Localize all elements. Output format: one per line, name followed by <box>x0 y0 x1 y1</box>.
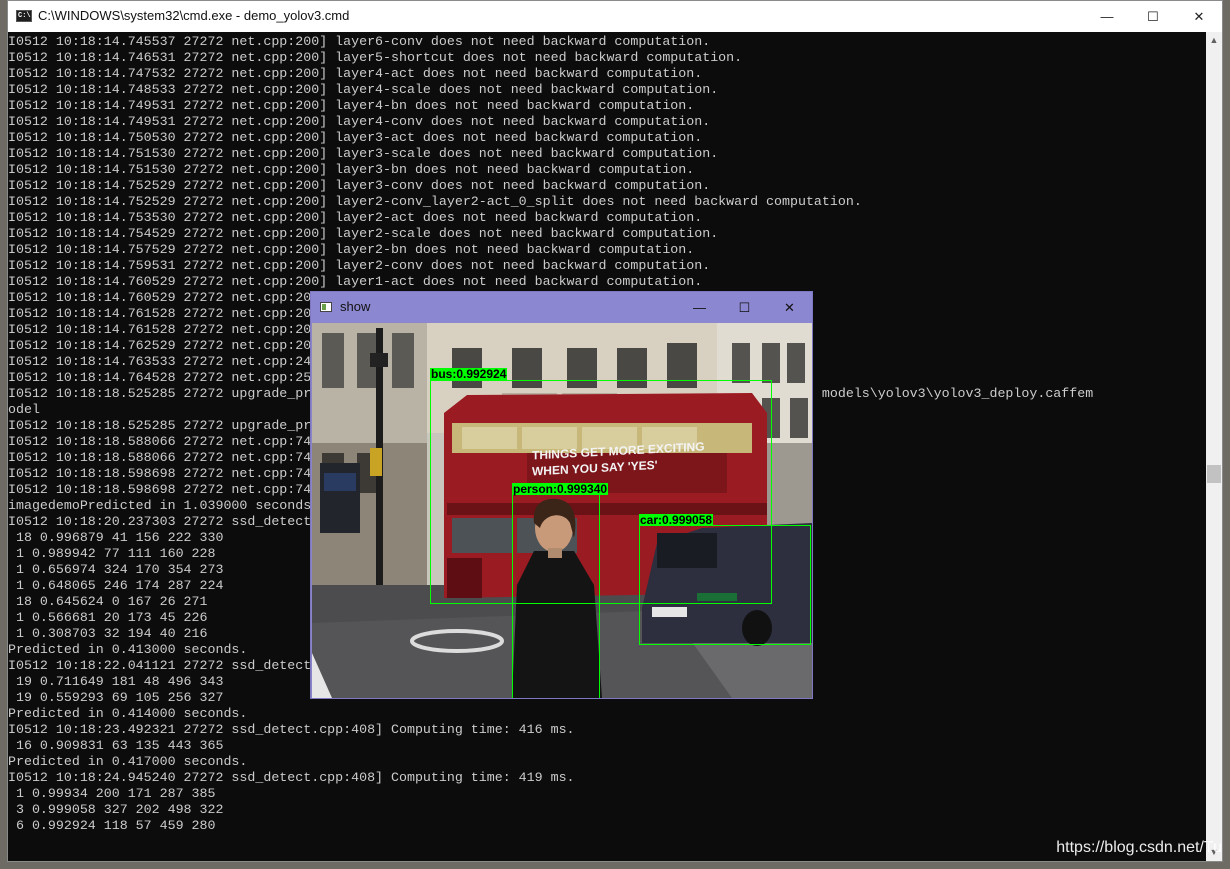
console-line: I0512 10:18:14.745537 27272 net.cpp:200]… <box>8 34 711 49</box>
show-window: show — ☐ ✕ THINGS GET MORE EXCITING WHEN… <box>310 291 813 699</box>
cmd-close-button[interactable]: ✕ <box>1176 1 1222 32</box>
bus-detection-label: bus:0.992924 <box>430 367 508 381</box>
console-line: I0512 10:18:14.757529 27272 net.cpp:200]… <box>8 242 695 257</box>
console-line: 19 0.559293 69 105 256 327 <box>8 690 224 705</box>
console-line: I0512 10:18:14.748533 27272 net.cpp:200]… <box>8 82 719 97</box>
console-line: I0512 10:18:18.598698 27272 net.cpp:74 <box>8 482 312 497</box>
console-line: 19 0.711649 181 48 496 343 <box>8 674 224 689</box>
cmd-titlebar[interactable]: C:\ C:\WINDOWS\system32\cmd.exe - demo_y… <box>8 1 1222 33</box>
console-line: I0512 10:18:24.945240 27272 ssd_detect.c… <box>8 770 575 785</box>
console-line: I0512 10:18:14.753530 27272 net.cpp:200]… <box>8 210 703 225</box>
console-line: Predicted in 0.417000 seconds. <box>8 754 248 769</box>
console-line: I0512 10:18:18.588066 27272 net.cpp:74 <box>8 450 312 465</box>
console-line: I0512 10:18:14.749531 27272 net.cpp:200]… <box>8 114 711 129</box>
console-line: I0512 10:18:18.588066 27272 net.cpp:74 <box>8 434 312 449</box>
console-line: 18 0.996879 41 156 222 330 <box>8 530 224 545</box>
scroll-up-arrow-icon[interactable]: ▲ <box>1206 32 1222 49</box>
console-line: 18 0.645624 0 167 26 271 <box>8 594 208 609</box>
scrollbar-thumb[interactable] <box>1207 465 1221 483</box>
console-line: I0512 10:18:14.751530 27272 net.cpp:200]… <box>8 146 719 161</box>
console-line: I0512 10:18:14.752529 27272 net.cpp:200]… <box>8 178 711 193</box>
console-line: 3 0.999058 327 202 498 322 <box>8 802 224 817</box>
console-line: I0512 10:18:14.754529 27272 net.cpp:200]… <box>8 226 719 241</box>
show-window-title: show <box>340 299 371 314</box>
console-line: 1 0.648065 246 174 287 224 <box>8 578 224 593</box>
cmd-maximize-button[interactable]: ☐ <box>1130 1 1176 32</box>
car-detection-box <box>639 525 811 645</box>
console-line: Predicted in 0.414000 seconds. <box>8 706 248 721</box>
console-line: I0512 10:18:14.760529 27272 net.cpp:200]… <box>8 274 703 289</box>
console-line: Predicted in 0.413000 seconds. <box>8 642 248 657</box>
car-detection-label: car:0.999058 <box>639 513 714 527</box>
console-line: I0512 10:18:23.492321 27272 ssd_detect.c… <box>8 722 575 737</box>
console-line: I0512 10:18:14.763533 27272 net.cpp:24 <box>8 354 312 369</box>
console-line: I0512 10:18:14.752529 27272 net.cpp:200]… <box>8 194 862 209</box>
person-detection-box <box>512 494 600 698</box>
console-line: I0512 10:18:14.749531 27272 net.cpp:200]… <box>8 98 695 113</box>
console-line: I0512 10:18:14.764528 27272 net.cpp:25 <box>8 370 312 385</box>
cmd-app-icon[interactable]: C:\ <box>16 10 32 22</box>
console-line: I0512 10:18:14.762529 27272 net.cpp:20 <box>8 338 312 353</box>
console-line: odel <box>8 402 40 417</box>
person-detection-label: person:0.999340 <box>512 482 609 496</box>
console-line: I0512 10:18:20.237303 27272 ssd_detect <box>8 514 312 529</box>
cmd-window-title: C:\WINDOWS\system32\cmd.exe - demo_yolov… <box>38 8 350 23</box>
console-line: I0512 10:18:14.761528 27272 net.cpp:20 <box>8 322 312 337</box>
console-line: I0512 10:18:14.750530 27272 net.cpp:200]… <box>8 130 703 145</box>
console-line: 1 0.99934 200 171 287 385 <box>8 786 216 801</box>
show-maximize-button[interactable]: ☐ <box>722 292 767 323</box>
console-line: I0512 10:18:14.751530 27272 net.cpp:200]… <box>8 162 695 177</box>
cmd-minimize-button[interactable]: — <box>1084 1 1130 32</box>
console-line: I0512 10:18:14.759531 27272 net.cpp:200]… <box>8 258 711 273</box>
show-minimize-button[interactable]: — <box>677 292 722 323</box>
console-scrollbar[interactable]: ▲ ▼ <box>1206 32 1222 861</box>
console-line: I0512 10:18:18.598698 27272 net.cpp:74 <box>8 466 312 481</box>
console-line: 1 0.989942 77 111 160 228 <box>8 546 216 561</box>
show-titlebar[interactable]: show — ☐ ✕ <box>311 292 812 323</box>
console-line: 1 0.566681 20 173 45 226 <box>8 610 208 625</box>
watermark: https://blog.csdn.net/Tu <box>1056 839 1222 856</box>
console-line: I0512 10:18:14.760529 27272 net.cpp:20 <box>8 290 312 305</box>
console-line: I0512 10:18:14.761528 27272 net.cpp:20 <box>8 306 312 321</box>
console-line: 6 0.992924 118 57 459 280 <box>8 818 216 833</box>
detection-image: THINGS GET MORE EXCITING WHEN YOU SAY 'Y… <box>312 323 812 698</box>
console-line: I0512 10:18:22.041121 27272 ssd_detect <box>8 658 312 673</box>
console-line: I0512 10:18:14.747532 27272 net.cpp:200]… <box>8 66 703 81</box>
image-window-icon <box>320 302 332 312</box>
show-close-button[interactable]: ✕ <box>767 292 812 323</box>
console-line: 1 0.656974 324 170 354 273 <box>8 562 224 577</box>
console-line: 1 0.308703 32 194 40 216 <box>8 626 208 641</box>
console-line: imagedemoPredicted in 1.039000 seconds <box>8 498 312 513</box>
console-line: I0512 10:18:14.746531 27272 net.cpp:200]… <box>8 50 743 65</box>
console-line: 16 0.909831 63 135 443 365 <box>8 738 224 753</box>
